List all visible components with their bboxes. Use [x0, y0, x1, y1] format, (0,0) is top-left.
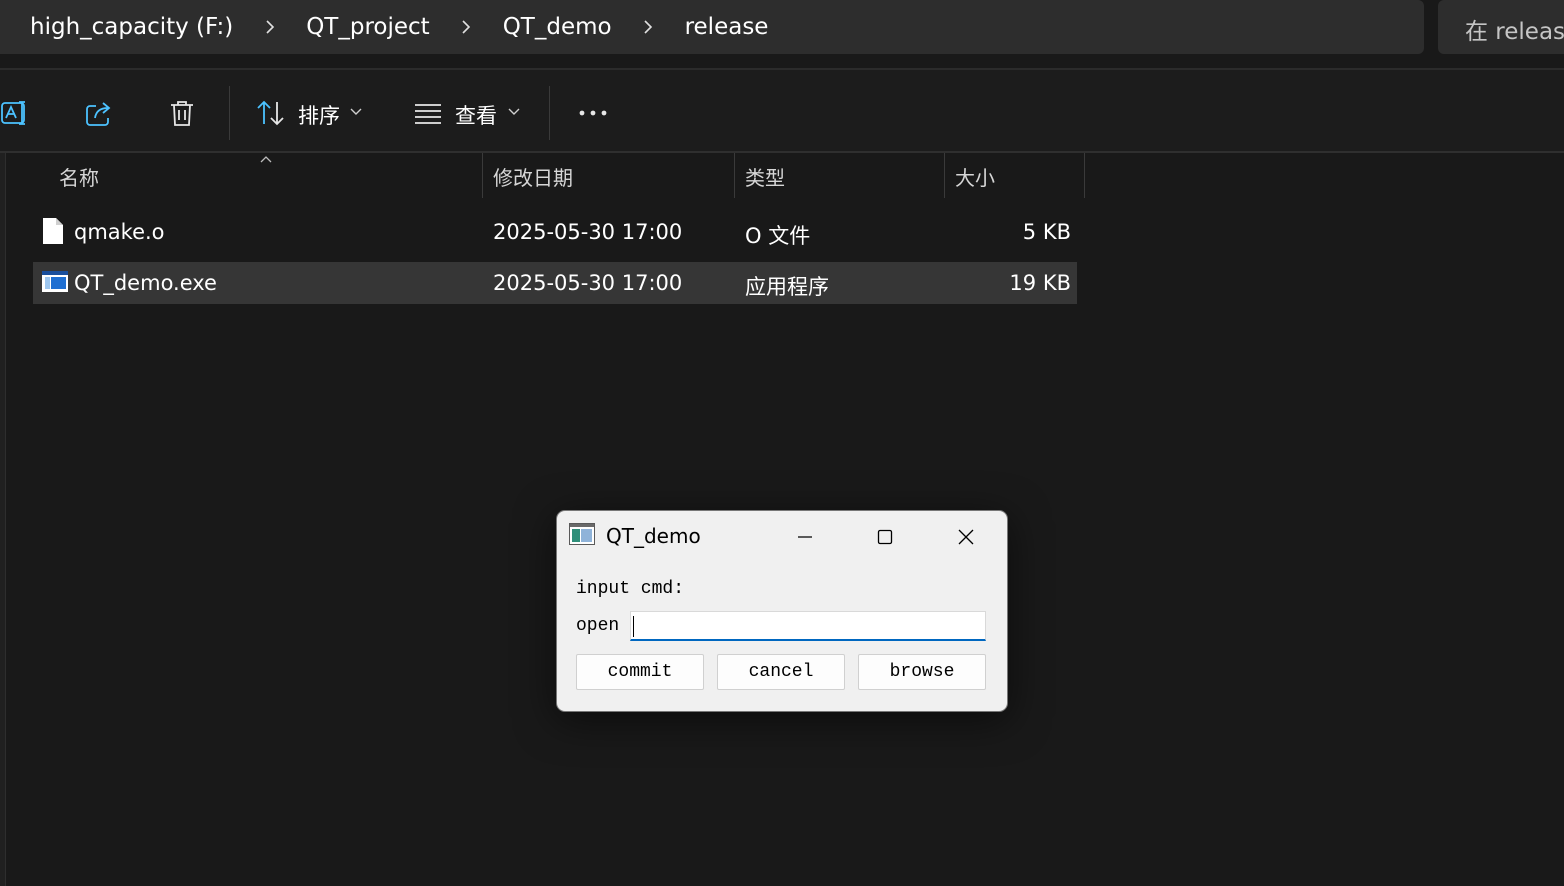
- file-explorer-window: high_capacity (F:) QT_project QT_demo re…: [0, 0, 1564, 886]
- maximize-icon[interactable]: [862, 519, 908, 555]
- address-bar[interactable]: high_capacity (F:) QT_project QT_demo re…: [0, 0, 1424, 54]
- minimize-icon[interactable]: [782, 519, 828, 555]
- chevron-down-icon[interactable]: [349, 105, 363, 119]
- column-header-size[interactable]: 大小: [955, 162, 995, 191]
- more-options-icon[interactable]: [576, 102, 610, 124]
- command-bar: [0, 70, 1564, 152]
- column-header-name[interactable]: 名称: [59, 162, 99, 191]
- dialog-title: QT_demo: [606, 524, 701, 548]
- divider: [0, 151, 1564, 153]
- toolbar-separator: [229, 86, 230, 140]
- file-type: 应用程序: [745, 275, 829, 299]
- column-divider[interactable]: [1084, 153, 1085, 198]
- breadcrumb: high_capacity (F:) QT_project QT_demo re…: [30, 0, 768, 54]
- view-button[interactable]: 查看: [455, 100, 497, 130]
- text-caret: [633, 616, 634, 637]
- file-size: 19 KB: [1009, 271, 1071, 295]
- file-modified: 2025-05-30 17:00: [493, 271, 683, 295]
- chevron-down-icon[interactable]: [507, 105, 521, 119]
- toolbar-separator: [549, 86, 550, 140]
- cancel-button[interactable]: cancel: [717, 654, 845, 690]
- chevron-right-icon[interactable]: [430, 0, 503, 54]
- column-divider[interactable]: [734, 153, 735, 198]
- breadcrumb-qt-demo[interactable]: QT_demo: [503, 14, 612, 40]
- chevron-right-icon[interactable]: [233, 0, 306, 54]
- navigation-pane-edge: [0, 153, 6, 886]
- app-icon: [569, 523, 595, 549]
- breadcrumb-release[interactable]: release: [685, 14, 769, 40]
- breadcrumb-qt-project[interactable]: QT_project: [306, 14, 429, 40]
- sort-icon[interactable]: [254, 98, 288, 128]
- file-row-selected[interactable]: QT_demo.exe 2025-05-30 17:00 应用程序 19 KB: [33, 262, 1077, 304]
- view-icon[interactable]: [412, 98, 444, 128]
- search-input[interactable]: 在 release: [1438, 0, 1564, 54]
- sort-button[interactable]: 排序: [298, 100, 340, 130]
- chevron-right-icon[interactable]: [612, 0, 685, 54]
- file-name: qmake.o: [74, 220, 165, 244]
- close-icon[interactable]: [943, 519, 989, 555]
- column-header-modified[interactable]: 修改日期: [493, 162, 573, 191]
- browse-button[interactable]: browse: [858, 654, 986, 690]
- qt-demo-dialog: QT_demo input cmd: open commit cancel br…: [556, 510, 1008, 712]
- open-label: open: [576, 616, 620, 636]
- commit-button[interactable]: commit: [576, 654, 704, 690]
- application-icon: [41, 270, 69, 298]
- command-input[interactable]: [630, 611, 986, 641]
- share-icon[interactable]: [82, 96, 116, 130]
- sort-ascending-icon: [259, 150, 273, 169]
- document-icon: [41, 217, 65, 249]
- column-divider[interactable]: [482, 153, 483, 198]
- column-divider[interactable]: [944, 153, 945, 198]
- input-cmd-label: input cmd:: [576, 579, 685, 599]
- breadcrumb-drive[interactable]: high_capacity (F:): [30, 14, 233, 40]
- file-size: 5 KB: [1022, 220, 1071, 244]
- column-header-type[interactable]: 类型: [745, 162, 785, 191]
- file-row[interactable]: qmake.o 2025-05-30 17:00 O 文件 5 KB: [33, 211, 1077, 253]
- file-modified: 2025-05-30 17:00: [493, 220, 683, 244]
- delete-icon[interactable]: [165, 96, 199, 130]
- file-name: QT_demo.exe: [74, 271, 217, 295]
- search-placeholder: 在 release: [1465, 19, 1564, 45]
- rename-icon[interactable]: [0, 96, 32, 130]
- file-type: O 文件: [745, 224, 811, 248]
